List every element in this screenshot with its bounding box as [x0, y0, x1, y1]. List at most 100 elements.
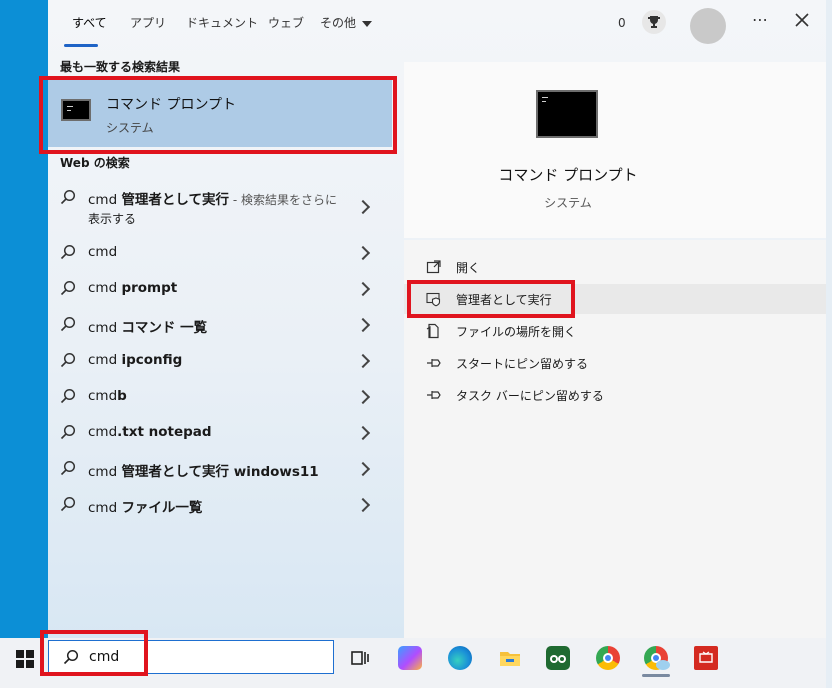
- best-match-name: コマンド プロンプト: [106, 97, 237, 113]
- web-result-item[interactable]: cmdb: [48, 386, 392, 408]
- search-icon: [60, 189, 76, 205]
- action-label: 開く: [456, 261, 481, 275]
- action-pin-to-start[interactable]: スタートにピン留めする: [404, 348, 826, 378]
- chevron-right-icon: [355, 281, 371, 297]
- tab-more-label: その他: [320, 16, 357, 30]
- result-prefix: cmd: [88, 500, 122, 516]
- search-icon: [60, 244, 76, 260]
- chevron-right-icon: [355, 389, 371, 405]
- tab-all[interactable]: すべて: [72, 14, 107, 31]
- chrome-profile-icon[interactable]: [644, 646, 670, 670]
- web-result-item[interactable]: cmd prompt: [48, 278, 392, 300]
- action-label: タスク バーにピン留めする: [456, 389, 604, 403]
- taskbar: cmd: [0, 630, 826, 688]
- result-bold: コマンド 一覧: [121, 320, 208, 336]
- search-tabs: すべて アプリ ドキュメント ウェブ その他 0 ⋯: [48, 0, 826, 48]
- web-result-item[interactable]: cmd コマンド 一覧: [48, 314, 392, 336]
- result-bold: 管理者として実行: [121, 192, 230, 208]
- command-prompt-icon: [61, 99, 91, 121]
- chevron-right-icon: [355, 497, 371, 513]
- web-result-item[interactable]: cmd ipconfig: [48, 350, 392, 372]
- result-bold: b: [117, 388, 127, 404]
- chevron-right-icon: [355, 317, 371, 333]
- search-icon: [60, 424, 76, 440]
- chevron-right-icon: [355, 425, 371, 441]
- pin-icon: [427, 391, 441, 399]
- action-label: スタートにピン留めする: [456, 357, 589, 371]
- app-actions-list: 開く 管理者として実行 ファイルの場所を開く スタートにピン留めする タスク バ…: [404, 240, 826, 638]
- profile-badge: [656, 660, 670, 670]
- web-result-item[interactable]: cmd: [48, 242, 392, 264]
- chevron-down-icon: [362, 20, 373, 27]
- search-icon: [60, 316, 76, 332]
- task-view-icon[interactable]: [348, 646, 372, 670]
- action-run-as-admin[interactable]: 管理者として実行: [404, 284, 826, 314]
- tab-apps[interactable]: アプリ: [130, 14, 166, 31]
- file-location-icon: [426, 323, 439, 339]
- result-prefix: cmd: [88, 388, 118, 404]
- chrome-center: [605, 655, 611, 661]
- close-icon[interactable]: [792, 10, 812, 30]
- tab-web[interactable]: ウェブ: [268, 14, 304, 31]
- result-prefix: cmd: [88, 280, 122, 296]
- open-icon: [426, 260, 441, 274]
- window-edge: [826, 0, 832, 688]
- file-explorer-icon[interactable]: [498, 646, 522, 670]
- web-result-item[interactable]: cmd.txt notepad: [48, 422, 392, 444]
- tab-more[interactable]: その他: [320, 14, 373, 31]
- command-prompt-icon: [536, 90, 598, 138]
- action-label: 管理者として実行: [456, 293, 552, 307]
- tripadvisor-icon[interactable]: [546, 646, 570, 670]
- result-bold: ファイル一覧: [121, 500, 203, 516]
- admin-shield-icon: [426, 292, 441, 307]
- search-value: cmd: [89, 649, 120, 665]
- web-result-item[interactable]: cmd 管理者として実行 windows11: [48, 458, 392, 480]
- windows-start-icon[interactable]: [16, 650, 34, 668]
- rewards-trophy-icon[interactable]: [642, 10, 666, 34]
- result-prefix: cmd: [88, 424, 118, 440]
- web-search-heading: Web の検索: [60, 156, 130, 170]
- result-prefix: cmd: [88, 244, 118, 260]
- preview-app-subtitle: システム: [544, 196, 592, 210]
- start-search-panel: すべて アプリ ドキュメント ウェブ その他 0 ⋯ 最も一致する検索結果 コマ…: [39, 0, 826, 638]
- web-result-item[interactable]: cmd 管理者として実行 - 検索結果をさらに 表示する: [48, 182, 392, 228]
- copilot-icon[interactable]: [398, 646, 422, 670]
- result-bold: .txt notepad: [117, 424, 212, 440]
- tab-documents[interactable]: ドキュメント: [186, 14, 258, 31]
- more-options-icon[interactable]: ⋯: [752, 10, 769, 29]
- preview-app-name: コマンド プロンプト: [498, 166, 638, 184]
- active-tab-indicator: [64, 44, 98, 47]
- action-label: ファイルの場所を開く: [456, 325, 577, 339]
- chevron-right-icon: [355, 461, 371, 477]
- result-prefix: cmd: [88, 320, 122, 336]
- search-icon: [60, 280, 76, 296]
- best-match-heading: 最も一致する検索結果: [60, 60, 181, 74]
- search-icon: [60, 388, 76, 404]
- result-prefix: cmd: [88, 352, 122, 368]
- result-bold: 管理者として実行 windows11: [121, 464, 319, 480]
- action-open[interactable]: 開く: [404, 252, 826, 282]
- search-icon: [60, 460, 76, 476]
- active-app-indicator: [642, 674, 670, 677]
- avatar[interactable]: [690, 8, 726, 44]
- red-app-icon[interactable]: [694, 646, 718, 670]
- result-bold: ipconfig: [121, 352, 183, 368]
- best-match-subtitle: システム: [106, 121, 154, 135]
- action-pin-to-taskbar[interactable]: タスク バーにピン留めする: [404, 380, 826, 410]
- result-prefix: cmd: [88, 192, 122, 208]
- result-suffix: - 検索結果をさらに: [229, 193, 338, 207]
- app-preview-pane: コマンド プロンプト システム: [404, 62, 826, 238]
- best-match-result[interactable]: コマンド プロンプト システム: [48, 79, 392, 147]
- chevron-right-icon: [355, 245, 371, 261]
- taskbar-search-input[interactable]: cmd: [48, 640, 334, 674]
- rewards-points: 0: [618, 16, 626, 30]
- edge-icon[interactable]: [448, 646, 472, 670]
- pin-icon: [427, 359, 441, 367]
- chevron-right-icon: [355, 353, 371, 369]
- web-result-item[interactable]: cmd ファイル一覧: [48, 494, 392, 516]
- chrome-icon[interactable]: [596, 646, 620, 670]
- desktop-background: [0, 0, 48, 638]
- action-open-file-location[interactable]: ファイルの場所を開く: [404, 316, 826, 346]
- result-prefix: cmd: [88, 464, 122, 480]
- result-second-line: 表示する: [88, 212, 137, 226]
